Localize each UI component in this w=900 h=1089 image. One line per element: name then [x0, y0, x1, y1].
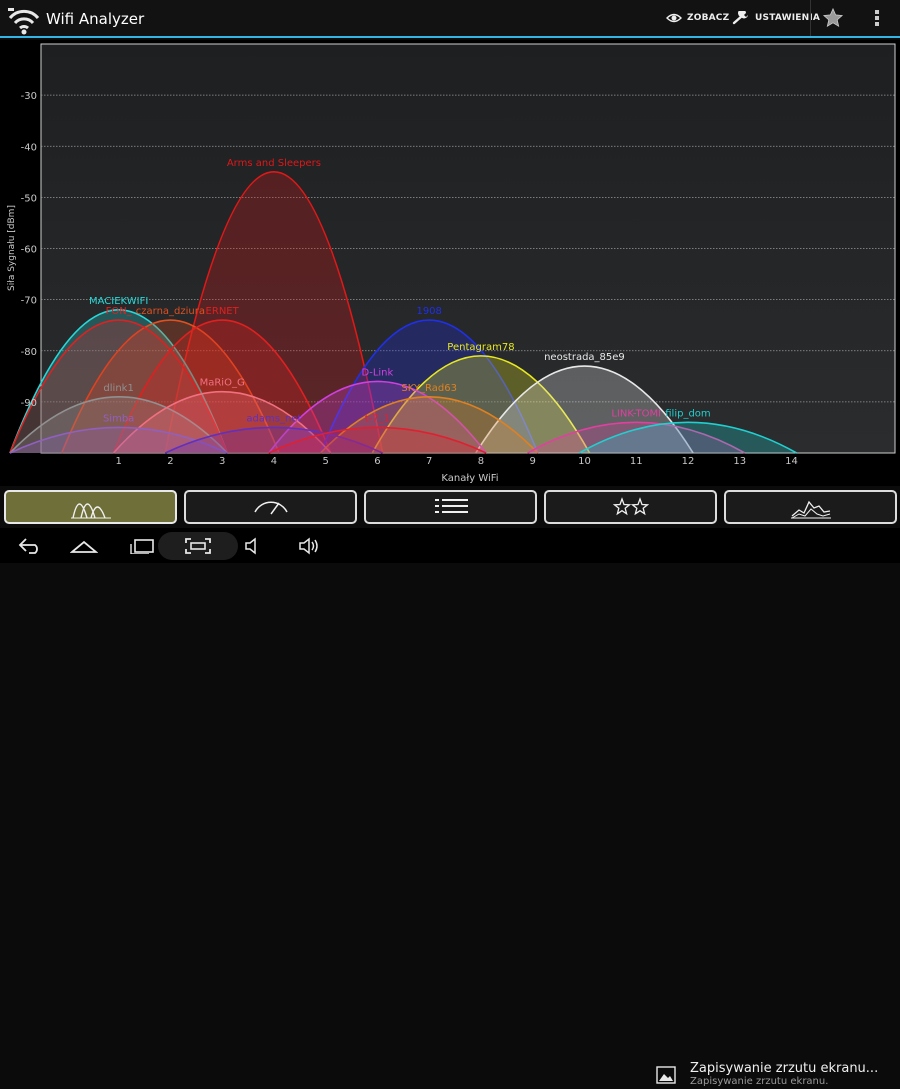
time-graph-icon	[790, 500, 831, 519]
network-label: filip_dom	[665, 408, 710, 419]
view-label: ZOBACZ	[687, 13, 730, 23]
x-tick-label: 3	[219, 456, 225, 467]
wifi-analyzer-icon[interactable]	[6, 4, 42, 36]
tab-signal-meter[interactable]	[184, 490, 357, 524]
system-nav-bar: Zapisywanie zrzutu ekranu... Zapisywanie…	[0, 528, 900, 1087]
overflow-menu-button[interactable]	[862, 0, 892, 36]
action-bar: Wifi Analyzer ZOBACZ USTAWIENIA	[0, 0, 900, 38]
recent-apps-button[interactable]	[124, 532, 160, 560]
eye-icon	[666, 13, 682, 23]
network-label: 1908	[416, 306, 441, 317]
y-tick-label: -30	[21, 91, 37, 102]
screenshot-icon	[185, 538, 211, 554]
x-tick-label: 13	[733, 456, 746, 467]
x-tick-label: 8	[478, 456, 484, 467]
network-label: D-Link	[362, 367, 394, 378]
y-tick-label: -90	[21, 398, 37, 409]
wrench-icon	[732, 11, 748, 25]
recent-apps-icon	[130, 539, 154, 554]
tab-time-graph[interactable]	[724, 490, 897, 524]
network-label: Simba	[103, 413, 134, 424]
x-tick-label: 7	[426, 456, 432, 467]
network-label: LINK-TOMI	[611, 408, 661, 419]
y-tick-label: -40	[21, 142, 37, 153]
x-axis-label: Kanały WiFi	[441, 473, 498, 484]
settings-button[interactable]: USTAWIENIA	[732, 0, 820, 36]
network-label: FON_	[106, 306, 133, 317]
network-label: czarna_dziura	[136, 306, 205, 317]
y-tick-label: -60	[21, 245, 37, 256]
y-axis-label: Siła Sygnału [dBm]	[7, 205, 17, 291]
home-icon	[70, 540, 98, 553]
y-tick-label: -50	[21, 193, 37, 204]
volume-down-icon	[245, 537, 256, 555]
network-label: dlink1	[103, 383, 133, 394]
back-button[interactable]	[12, 532, 48, 560]
home-button[interactable]	[66, 532, 102, 560]
notification-title: Zapisywanie zrzutu ekranu...	[690, 1061, 879, 1076]
x-tick-label: 11	[630, 456, 643, 467]
rate-button[interactable]	[810, 0, 855, 36]
tab-channel-graph[interactable]	[4, 490, 177, 524]
back-icon	[18, 538, 38, 554]
network-label: adams_net	[246, 413, 301, 424]
bottom-tabs	[0, 488, 900, 528]
channel-graph-chart: Arms and SleepersMACIEKWIFIczarna_dziura…	[7, 43, 896, 484]
screenshot-button[interactable]	[158, 532, 238, 560]
overflow-menu-icon	[875, 10, 879, 26]
x-tick-label: 10	[578, 456, 591, 467]
network-label: Arms and Sleepers	[227, 158, 321, 169]
tab-channel-rating[interactable]	[544, 490, 717, 524]
app-title: Wifi Analyzer	[46, 10, 145, 28]
volume-up-icon	[299, 537, 318, 555]
x-tick-label: 6	[374, 456, 380, 467]
x-tick-label: 1	[115, 456, 121, 467]
network-label: SKY_Rad63	[401, 383, 457, 394]
image-icon	[656, 1066, 676, 1084]
network-label: neostrada_85e9	[544, 352, 625, 363]
network-label: t-7_1	[365, 413, 390, 424]
volume-down-button[interactable]	[238, 532, 268, 560]
star-icon	[822, 7, 844, 28]
volume-up-button[interactable]	[294, 532, 324, 560]
x-tick-label: 14	[785, 456, 798, 467]
screenshot-notification[interactable]: Zapisywanie zrzutu ekranu... Zapisywanie…	[652, 1061, 892, 1089]
network-label: ERNET	[206, 306, 240, 317]
signal-meter-icon	[253, 501, 288, 515]
view-button[interactable]: ZOBACZ	[666, 0, 729, 36]
channel-graph-icon	[70, 503, 111, 519]
y-tick-label: -80	[21, 347, 37, 358]
network-label: MaRiO_G	[200, 378, 245, 389]
channel-graph: Arms and Sleepers MACIEKWIFI czarna_dziura…	[0, 40, 900, 486]
x-tick-label: 4	[271, 456, 277, 467]
y-tick-label: -70	[21, 296, 37, 307]
x-tick-label: 12	[682, 456, 695, 467]
notification-subtitle: Zapisywanie zrzutu ekranu.	[690, 1076, 829, 1087]
network-label: Pentagram78	[447, 342, 514, 353]
star-rating-icon	[612, 497, 649, 516]
x-tick-label: 2	[167, 456, 173, 467]
x-tick-label: 9	[530, 456, 536, 467]
tab-ap-list[interactable]	[364, 490, 537, 524]
x-tick-label: 5	[322, 456, 328, 467]
ap-list-icon	[434, 499, 468, 513]
